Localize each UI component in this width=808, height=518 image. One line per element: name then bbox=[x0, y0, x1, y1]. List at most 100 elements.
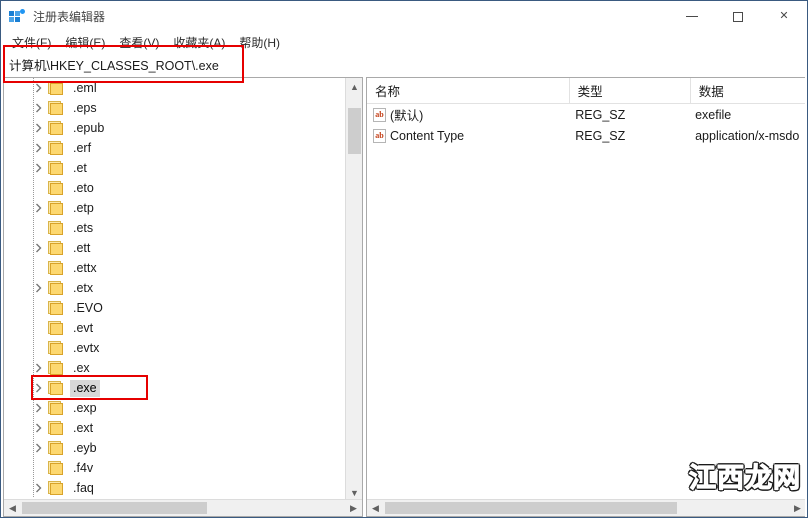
maximize-button[interactable] bbox=[715, 1, 761, 32]
menu-item-file[interactable]: 文件(F) bbox=[5, 33, 58, 52]
tree-item-label: .ext bbox=[73, 420, 94, 435]
tree-item-evo[interactable]: .EVO bbox=[4, 298, 346, 318]
tree-scroll-up-arrow[interactable]: ▲ bbox=[346, 78, 362, 95]
menu-item-help[interactable]: 帮助(H) bbox=[232, 33, 287, 52]
tree-item-ettx[interactable]: .ettx bbox=[4, 258, 346, 278]
tree-item-ett[interactable]: .ett bbox=[4, 238, 346, 258]
tree-scroll-left-arrow[interactable]: ◀ bbox=[4, 500, 21, 516]
folder-icon bbox=[48, 321, 64, 335]
tree-item-etp[interactable]: .etp bbox=[4, 198, 346, 218]
tree-item-et[interactable]: .et bbox=[4, 158, 346, 178]
folder-icon bbox=[48, 261, 64, 275]
tree-item-label: .eml bbox=[73, 80, 97, 95]
folder-icon bbox=[48, 201, 64, 215]
menu-item-favorites[interactable]: 收藏夹(A) bbox=[166, 33, 232, 52]
chevron-right-icon[interactable] bbox=[30, 278, 46, 298]
address-path: 计算机\HKEY_CLASSES_ROOT\.exe bbox=[9, 58, 219, 73]
chevron-right-icon[interactable] bbox=[30, 138, 46, 158]
tree-scroll-right-arrow[interactable]: ▶ bbox=[345, 500, 362, 516]
values-list[interactable]: ab (默认) REG_SZ exefile ab Content Type REG_SZ a… bbox=[367, 104, 805, 146]
folder-icon bbox=[48, 421, 64, 435]
tree-item-etx[interactable]: .etx bbox=[4, 278, 346, 298]
column-header-data[interactable]: 数据 bbox=[691, 78, 805, 103]
column-header-name[interactable]: 名称 bbox=[367, 78, 570, 103]
folder-icon bbox=[48, 161, 64, 175]
tree-item-label: .f4v bbox=[73, 460, 94, 475]
tree-horizontal-scrollbar[interactable]: ◀ ▶ bbox=[4, 499, 362, 516]
table-row[interactable]: ab (默认) REG_SZ exefile bbox=[367, 104, 805, 125]
tree-item-ets[interactable]: .ets bbox=[4, 218, 346, 238]
folder-icon bbox=[48, 81, 64, 95]
tree-item-label: .etp bbox=[73, 200, 94, 215]
minimize-icon bbox=[686, 16, 698, 17]
registry-tree[interactable]: .eml .eps .epub .erf .et .eto .etp .ets .ett .ett… bbox=[4, 78, 346, 501]
tree-item-eml[interactable]: .eml bbox=[4, 78, 346, 98]
maximize-icon bbox=[733, 11, 743, 22]
content-panes: .eml .eps .epub .erf .et .eto .etp .ets .ett .ett… bbox=[3, 77, 805, 517]
tree-item-evtx[interactable]: .evtx bbox=[4, 338, 346, 358]
value-name-text: (默认) bbox=[390, 109, 424, 123]
values-scroll-right-arrow[interactable]: ▶ bbox=[789, 500, 805, 516]
chevron-right-icon[interactable] bbox=[30, 98, 46, 118]
menu-bar: 文件(F) 编辑(E) 查看(V) 收藏夹(A) 帮助(H) bbox=[1, 32, 807, 52]
window-title: 注册表编辑器 bbox=[33, 10, 106, 24]
folder-icon bbox=[48, 361, 64, 375]
tree-item-label: .eps bbox=[73, 100, 97, 115]
tree-item-eto[interactable]: .eto bbox=[4, 178, 346, 198]
value-data-cell: exefile bbox=[695, 107, 732, 122]
tree-vertical-scrollbar[interactable]: ▲ ▼ bbox=[345, 78, 362, 501]
close-button[interactable]: ✕ bbox=[761, 1, 807, 32]
tree-item-epub[interactable]: .epub bbox=[4, 118, 346, 138]
tree-item-eyb[interactable]: .eyb bbox=[4, 438, 346, 458]
column-header-type[interactable]: 类型 bbox=[570, 78, 691, 103]
minimize-button[interactable] bbox=[669, 1, 715, 32]
values-list-header: 名称 类型 数据 bbox=[367, 78, 805, 104]
tree-item-label: .et bbox=[73, 160, 87, 175]
chevron-right-icon[interactable] bbox=[30, 238, 46, 258]
chevron-right-icon[interactable] bbox=[30, 418, 46, 438]
table-row[interactable]: ab Content Type REG_SZ application/x-msdo bbox=[367, 125, 805, 146]
value-type-cell: REG_SZ bbox=[575, 107, 626, 122]
tree-horizontal-scrollbar-thumb[interactable] bbox=[22, 502, 207, 514]
tree-item-label: .evt bbox=[73, 320, 94, 335]
chevron-right-icon[interactable] bbox=[30, 78, 46, 98]
tree-item-label: .eyb bbox=[73, 440, 97, 455]
folder-icon bbox=[48, 241, 64, 255]
tree-item-exp[interactable]: .exp bbox=[4, 398, 346, 418]
tree-item-erf[interactable]: .erf bbox=[4, 138, 346, 158]
folder-icon bbox=[48, 381, 64, 395]
chevron-right-icon[interactable] bbox=[30, 358, 46, 378]
tree-item-evt[interactable]: .evt bbox=[4, 318, 346, 338]
tree-vertical-scrollbar-thumb[interactable] bbox=[348, 108, 361, 154]
values-scroll-left-arrow[interactable]: ◀ bbox=[367, 500, 384, 516]
folder-icon bbox=[48, 141, 64, 155]
address-bar[interactable]: 计算机\HKEY_CLASSES_ROOT\.exe bbox=[7, 53, 803, 75]
value-type-cell: REG_SZ bbox=[575, 128, 626, 143]
chevron-right-icon[interactable] bbox=[30, 118, 46, 138]
folder-icon bbox=[48, 121, 64, 135]
chevron-right-icon[interactable] bbox=[30, 158, 46, 178]
chevron-right-icon[interactable] bbox=[30, 198, 46, 218]
chevron-right-icon[interactable] bbox=[30, 378, 46, 398]
tree-item-ext[interactable]: .ext bbox=[4, 418, 346, 438]
chevron-right-icon[interactable] bbox=[30, 478, 46, 498]
tree-item-exe[interactable]: .exe bbox=[4, 378, 346, 398]
tree-item-eps[interactable]: .eps bbox=[4, 98, 346, 118]
tree-item-faq[interactable]: .faq bbox=[4, 478, 346, 498]
chevron-right-icon[interactable] bbox=[30, 438, 46, 458]
watermark: 江西龙网 bbox=[688, 462, 801, 494]
values-horizontal-scrollbar[interactable]: ◀ ▶ bbox=[367, 499, 805, 516]
folder-icon bbox=[48, 301, 64, 315]
tree-item-label: .exe bbox=[70, 379, 100, 397]
menu-item-view[interactable]: 查看(V) bbox=[112, 33, 166, 52]
chevron-right-icon[interactable] bbox=[30, 398, 46, 418]
values-horizontal-scrollbar-thumb[interactable] bbox=[385, 502, 677, 514]
tree-item-f4v[interactable]: .f4v bbox=[4, 458, 346, 478]
menu-item-edit[interactable]: 编辑(E) bbox=[58, 33, 112, 52]
tree-item-label: .ets bbox=[73, 220, 94, 235]
tree-item-ex[interactable]: .ex bbox=[4, 358, 346, 378]
tree-item-label: .eto bbox=[73, 180, 94, 195]
tree-item-label: .etx bbox=[73, 280, 94, 295]
folder-icon bbox=[48, 441, 64, 455]
